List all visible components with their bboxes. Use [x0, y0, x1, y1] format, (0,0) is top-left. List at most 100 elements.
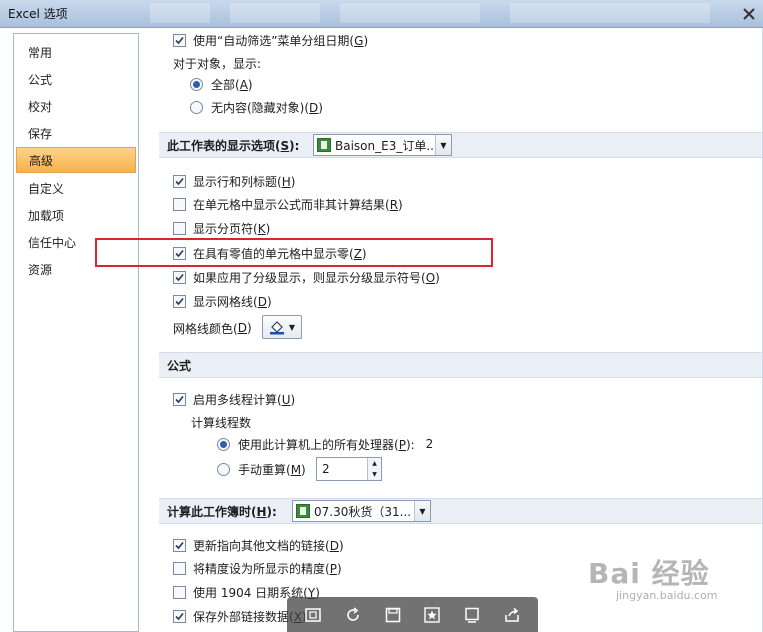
thread-count-stepper[interactable]: 2 ▲ ▼: [316, 457, 382, 481]
sidebar-item-advanced[interactable]: 高级: [16, 147, 136, 173]
show-outline-symbols-option[interactable]: 如果应用了分级显示，则显示分级显示符号(O): [173, 267, 440, 287]
sheet-select-dropdown[interactable]: Baison_E3_订单... ▼: [313, 134, 452, 156]
close-icon[interactable]: [741, 6, 757, 22]
option-label: 更新指向其他文档的链接(D): [193, 538, 344, 553]
title-bar: Excel 选项: [0, 0, 763, 28]
sidebar-nav: 常用 公式 校对 保存 高级 自定义 加载项 信任中心 资源: [13, 33, 139, 632]
sidebar-item-formulas[interactable]: 公式: [16, 67, 136, 93]
workbook-select-dropdown[interactable]: 07.30秋货（31... ▼: [292, 500, 431, 522]
show-gridlines-option[interactable]: 显示网格线(D): [173, 291, 272, 311]
options-window: 常用 公式 校对 保存 高级 自定义 加载项 信任中心 资源 使用“自动筛选”菜…: [0, 28, 763, 632]
processor-count: 2: [425, 437, 434, 451]
option-label: 在单元格中显示公式而非其计算结果(R): [193, 197, 403, 212]
checkbox[interactable]: [173, 221, 186, 235]
option-label: 手动重算(M): [238, 462, 306, 477]
calc-section-header: 计算此工作簿时(H):: [159, 498, 763, 524]
update-links-option[interactable]: 更新指向其他文档的链接(D): [173, 535, 344, 555]
objects-display-label: 对于对象，显示:: [173, 56, 262, 71]
section-title: 此工作表的显示选项(S):: [167, 138, 300, 153]
sidebar-item-customize[interactable]: 自定义: [16, 176, 136, 202]
option-label: 全部(A): [211, 77, 253, 92]
paint-bucket-icon: [269, 321, 284, 335]
checkbox[interactable]: [173, 538, 186, 552]
radio-button[interactable]: [190, 100, 203, 114]
fit-screen-icon[interactable]: [302, 604, 324, 626]
blurred-background: [510, 3, 710, 23]
star-icon[interactable]: [421, 604, 443, 626]
sidebar-item-common[interactable]: 常用: [16, 40, 136, 66]
blurred-background: [230, 3, 320, 23]
option-label: 显示分页符(K): [193, 221, 271, 236]
checkmark-icon: [175, 395, 184, 403]
image-viewer-toolbar: [287, 597, 538, 632]
screen-icon[interactable]: [461, 604, 483, 626]
chevron-down-icon: ▼: [288, 322, 296, 332]
window-title: Excel 选项: [8, 7, 68, 21]
dropdown-value: 07.30秋货（31...: [314, 504, 412, 519]
option-label: 将精度设为所显示的精度(P): [193, 561, 342, 576]
checkbox[interactable]: [173, 197, 186, 211]
radio-button[interactable]: [217, 462, 230, 476]
checkbox[interactable]: [173, 561, 186, 575]
checkbox[interactable]: [173, 294, 186, 308]
option-label: 如果应用了分级显示，则显示分级显示符号(O): [193, 270, 440, 285]
blurred-background: [150, 3, 210, 23]
multithread-option[interactable]: 启用多线程计算(U): [173, 389, 295, 409]
show-all-objects-option[interactable]: 全部(A): [190, 74, 253, 94]
rotate-icon[interactable]: [342, 604, 364, 626]
option-label: 使用此计算机上的所有处理器(P):: [238, 437, 415, 452]
checkmark-icon: [175, 541, 184, 549]
blurred-background: [340, 3, 480, 23]
precision-as-displayed-option[interactable]: 将精度设为所显示的精度(P): [173, 558, 342, 578]
option-label: 显示行和列标题(H): [193, 174, 296, 189]
gridline-color-label: 网格线颜色(D): [173, 321, 252, 336]
highlight-box: [95, 238, 493, 267]
excel-workbook-icon: [296, 504, 310, 518]
excel-sheet-icon: [317, 138, 331, 152]
chevron-down-icon[interactable]: ▼: [435, 135, 451, 155]
show-headers-option[interactable]: 显示行和列标题(H): [173, 171, 295, 191]
chevron-down-icon[interactable]: ▼: [367, 469, 381, 480]
dropdown-value: Baison_E3_订单...: [335, 138, 435, 153]
checkmark-icon: [175, 612, 184, 620]
sidebar-item-save[interactable]: 保存: [16, 121, 136, 147]
option-label: 启用多线程计算(U): [193, 392, 296, 407]
section-title: 公式: [167, 358, 192, 373]
checkmark-icon: [175, 177, 184, 185]
checkbox[interactable]: [173, 33, 186, 47]
section-title: 计算此工作簿时(H):: [167, 504, 277, 519]
manual-threads-option[interactable]: 手动重算(M): [217, 459, 306, 479]
checkbox[interactable]: [173, 392, 186, 406]
chevron-down-icon[interactable]: ▼: [414, 501, 430, 521]
radio-button[interactable]: [217, 437, 230, 451]
sheet-display-section-header: 此工作表的显示选项(S):: [159, 132, 763, 158]
checkmark-icon: [175, 297, 184, 305]
gridline-color-button[interactable]: ▼: [262, 315, 302, 339]
checkbox[interactable]: [173, 270, 186, 284]
formula-section-header: 公式: [159, 352, 763, 378]
hide-objects-option[interactable]: 无内容(隐藏对象)(D): [190, 97, 323, 117]
thread-count-label: 计算线程数: [191, 415, 252, 430]
save-icon[interactable]: [382, 604, 404, 626]
options-panel: 使用“自动筛选”菜单分组日期(G) 对于对象，显示: 全部(A) 无内容(隐藏对…: [145, 28, 763, 632]
show-formulas-option[interactable]: 在单元格中显示公式而非其计算结果(R): [173, 194, 403, 214]
checkbox[interactable]: [173, 609, 186, 623]
checkmark-icon: [175, 273, 184, 281]
show-page-breaks-option[interactable]: 显示分页符(K): [173, 218, 270, 238]
all-processors-option[interactable]: 使用此计算机上的所有处理器(P): 2: [217, 434, 433, 454]
radio-button[interactable]: [190, 77, 203, 91]
baidu-watermark-url: jingyan.baidu.com: [616, 589, 718, 602]
baidu-watermark: Bai 经验: [588, 557, 710, 590]
checkbox[interactable]: [173, 585, 186, 599]
share-icon[interactable]: [501, 604, 523, 626]
checkmark-icon: [175, 36, 184, 44]
stepper-value: 2: [322, 462, 330, 476]
chevron-up-icon[interactable]: ▲: [367, 458, 381, 469]
checkbox[interactable]: [173, 174, 186, 188]
sidebar-item-proofing[interactable]: 校对: [16, 94, 136, 120]
autofilter-group-option[interactable]: 使用“自动筛选”菜单分组日期(G): [173, 30, 368, 50]
sidebar-item-addins[interactable]: 加载项: [16, 203, 136, 229]
option-label: 使用“自动筛选”菜单分组日期(G): [193, 33, 369, 48]
option-label: 显示网格线(D): [193, 294, 272, 309]
option-label: 无内容(隐藏对象)(D): [211, 100, 323, 115]
